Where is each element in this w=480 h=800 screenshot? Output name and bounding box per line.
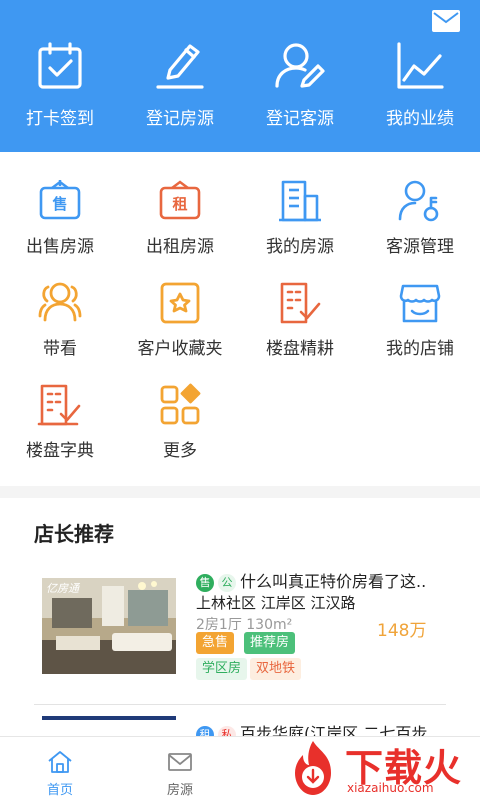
- rent-listings-button[interactable]: 租 出租房源: [120, 178, 240, 257]
- user-key-icon: [398, 180, 439, 222]
- mail-icon: [168, 753, 192, 771]
- nav-home-label: 首页: [46, 783, 73, 798]
- register-house-button[interactable]: 登记房源: [120, 40, 240, 129]
- public-badge: 公: [218, 573, 236, 592]
- my-performance-label: 我的业绩: [386, 109, 454, 129]
- my-shop-button[interactable]: 我的店铺: [360, 280, 480, 359]
- header-bar: 打卡签到 登记房源 登记客源 我的业绩: [0, 0, 480, 152]
- client-management-button[interactable]: 客源管理: [360, 178, 480, 257]
- manager-recommend-section: 店长推荐 亿房通 售公什么叫真正特价房看了这.. 上林社区 江岸区 江汉路 2房…: [0, 498, 480, 756]
- listing-price: 148万: [377, 621, 427, 641]
- more-grid-icon: [160, 383, 201, 425]
- mail-icon[interactable]: [432, 10, 460, 32]
- estate-dictionary-button[interactable]: 楼盘字典: [0, 382, 120, 461]
- register-house-label: 登记房源: [146, 109, 214, 129]
- watermark-url: xiazaihuo.com: [347, 781, 434, 795]
- rent-sign-text: 租: [172, 195, 187, 213]
- pen-icon: [156, 44, 204, 89]
- nav-listings[interactable]: 房源: [120, 737, 240, 798]
- star-box-icon: [160, 282, 200, 324]
- user-pen-icon: [275, 43, 325, 88]
- listing-meta: 2房1厅 130m²: [196, 617, 293, 633]
- sale-sign-icon: 售: [39, 180, 81, 220]
- app-screen: 打卡签到 登记房源 登记客源 我的业绩 售 出售房源 租 出租房源 我的房源 客…: [0, 0, 480, 800]
- sale-badge: 售: [196, 573, 214, 592]
- nav-home[interactable]: 首页: [0, 737, 120, 798]
- my-listings-button[interactable]: 我的房源: [240, 178, 360, 257]
- sale-sign-text: 售: [52, 195, 67, 213]
- line-chart-icon: [397, 42, 444, 89]
- people-icon: [38, 282, 82, 322]
- listing-photo: 亿房通: [42, 578, 176, 674]
- sale-listings-button[interactable]: 售 出售房源: [0, 178, 120, 257]
- sale-listings-label: 出售房源: [26, 237, 94, 257]
- quick-actions: 打卡签到 登记房源 登记客源 我的业绩: [0, 40, 480, 129]
- list-divider: [34, 704, 446, 705]
- client-favorites-button[interactable]: 客户收藏夹: [120, 280, 240, 359]
- client-management-label: 客源管理: [386, 237, 454, 257]
- tag-school-district: 学区房: [196, 658, 248, 680]
- more-button[interactable]: 更多: [120, 382, 240, 461]
- shop-icon: [399, 284, 441, 323]
- estate-cultivation-label: 楼盘精耕: [266, 339, 334, 359]
- rent-sign-icon: 租: [159, 180, 201, 220]
- viewing-button[interactable]: 带看: [0, 280, 120, 359]
- register-client-label: 登记客源: [266, 109, 334, 129]
- buildings-icon: [279, 180, 321, 222]
- viewing-label: 带看: [43, 339, 77, 359]
- tag-recommended: 推荐房: [244, 632, 296, 654]
- watermark: 下载火 xiazaihuo.com: [285, 735, 480, 800]
- building-check-icon: [280, 282, 321, 324]
- tag-urgent-sale: 急售: [196, 632, 235, 654]
- nav-listings-label: 房源: [166, 783, 193, 798]
- my-performance-button[interactable]: 我的业绩: [360, 40, 480, 129]
- section-title: 店长推荐: [34, 522, 114, 546]
- client-favorites-label: 客户收藏夹: [137, 339, 223, 359]
- listing-title-row: 售公什么叫真正特价房看了这..: [196, 568, 426, 592]
- estate-cultivation-button[interactable]: 楼盘精耕: [240, 280, 360, 359]
- function-grid: 售 出售房源 租 出租房源 我的房源 客源管理 带看 客户收藏夹 楼盘精耕 我的…: [0, 152, 480, 486]
- my-listings-label: 我的房源: [266, 237, 334, 257]
- calendar-check-icon: [38, 42, 82, 89]
- register-client-button[interactable]: 登记客源: [240, 40, 360, 129]
- thumb-logo: 亿房通: [46, 582, 81, 595]
- estate-dictionary-label: 楼盘字典: [26, 441, 94, 461]
- building-list-icon: [37, 384, 81, 426]
- flame-logo-icon: [295, 741, 331, 795]
- tag-double-metro: 双地铁: [250, 658, 302, 680]
- checkin-label: 打卡签到: [26, 109, 94, 129]
- checkin-button[interactable]: 打卡签到: [0, 40, 120, 129]
- my-shop-label: 我的店铺: [386, 339, 454, 359]
- rent-listings-label: 出租房源: [146, 237, 214, 257]
- listing-title: 什么叫真正特价房看了这..: [240, 572, 427, 591]
- more-label: 更多: [163, 441, 197, 461]
- home-icon: [48, 751, 72, 773]
- listing-location: 上林社区 江岸区 江汉路: [196, 594, 356, 612]
